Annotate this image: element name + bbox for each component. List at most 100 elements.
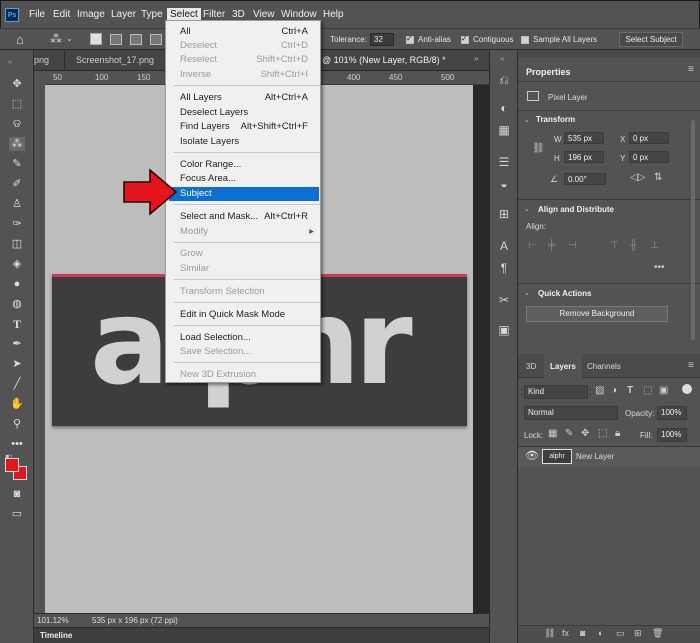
align-top-icon[interactable]: ⊤ [610,240,619,251]
tools-preset-icon[interactable]: ✂ [496,292,512,308]
subtract-selection-icon[interactable] [130,34,142,45]
menu-item-new-3d-extrusion[interactable]: New 3D Extrusion [166,368,320,382]
timeline-tab[interactable]: Timeline [40,631,72,640]
tab-png[interactable]: png [34,55,49,65]
foreground-color-swatch[interactable] [5,458,19,472]
quick-mask-icon[interactable]: ◙ [9,487,25,501]
lock-pixels-icon[interactable]: ✎ [565,428,573,439]
menu-item-deselect-layers[interactable]: Deselect Layers [166,106,320,120]
menu-item-all[interactable]: All Ctrl+A [166,25,320,39]
paragraph-icon[interactable]: ¶ [496,260,512,276]
menu-image[interactable]: Image [77,9,105,20]
properties-scrollbar[interactable] [691,120,695,340]
menu-item-color-range[interactable]: Color Range... [166,158,320,172]
link-icon[interactable]: ⛓ [532,143,545,154]
panel-menu-icon[interactable]: ≡ [688,64,694,75]
chevron-down-icon[interactable]: ⌄ [524,205,530,213]
trash-icon[interactable]: 🗑︎ [652,628,663,639]
fx-icon[interactable]: fx [562,628,569,638]
menu-layer[interactable]: Layer [111,9,136,20]
sample-all-layers-checkbox[interactable] [521,36,529,44]
tab-active-document[interactable]: @ 101% (New Layer, RGB/8) * [322,55,446,65]
menu-filter[interactable]: Filter [203,9,225,20]
menu-window[interactable]: Window [281,9,317,20]
paragraph-styles-icon[interactable]: ⊞ [496,206,512,222]
tab-channels[interactable]: Channels [587,362,621,371]
move-tool-icon[interactable]: ✥ [9,77,25,91]
mask-icon[interactable]: ◙ [580,628,585,638]
styles-icon[interactable]: ◒ [496,176,512,192]
menu-item-select-and-mask[interactable]: Select and Mask... Alt+Ctrl+R [166,210,320,224]
tolerance-input[interactable]: 32 [370,33,394,46]
menu-item-grow[interactable]: Grow [166,247,320,261]
menu-item-inverse[interactable]: Inverse Shift+Ctrl+I [166,68,320,82]
magic-wand-icon[interactable]: ⁂ [50,32,62,46]
filter-toggle-icon[interactable] [682,384,692,394]
character-icon[interactable]: A [496,238,512,254]
contiguous-checkbox[interactable] [461,34,469,44]
menu-item-quick-mask[interactable]: Edit in Quick Mask Mode [166,308,320,322]
filter-pixel-icon[interactable]: ▨ [595,385,604,396]
blend-mode-dropdown[interactable]: Normal [524,406,618,420]
menu-item-load-selection[interactable]: Load Selection... [166,331,320,345]
adjustment-layer-icon[interactable]: ◐ [598,628,603,638]
blur-tool-icon[interactable]: ● [9,277,25,291]
tab-screenshot[interactable]: Screenshot_17.png [76,55,154,65]
paint-bucket-icon[interactable]: ◈ [9,257,25,271]
menu-item-isolate-layers[interactable]: Isolate Layers [166,135,320,149]
lock-all-icon[interactable]: 🔒︎ [615,428,620,439]
anti-alias-checkbox[interactable] [406,34,414,44]
chevron-down-icon[interactable]: ⌄ [66,34,73,43]
color-icon[interactable]: ◐ [496,100,512,116]
type-tool-icon[interactable]: T [9,317,25,331]
menu-item-subject[interactable]: Subject [169,187,319,201]
hand-tool-icon[interactable]: ✋ [9,397,25,411]
angle-input[interactable]: 0.00° [564,173,606,185]
collapse-icon[interactable]: » [8,59,12,66]
fill-input[interactable]: 100% [657,428,687,442]
lock-transparent-icon[interactable]: ▦ [548,428,557,439]
flip-horizontal-icon[interactable]: ◁▷ [630,172,645,183]
menu-item-all-layers[interactable]: All Layers Alt+Ctrl+A [166,91,320,105]
menu-file[interactable]: File [29,9,45,20]
lock-artboard-icon[interactable]: ⬚ [598,428,607,439]
menu-view[interactable]: View [253,9,275,20]
home-icon[interactable]: ⌂ [16,32,24,47]
zoom-level[interactable]: 101.12% [37,616,69,625]
more-tools-icon[interactable]: ••• [9,437,25,451]
width-input[interactable]: 535 px [564,132,604,144]
layer-name[interactable]: New Layer [576,452,614,461]
panel-menu-icon[interactable]: ≡ [688,360,694,371]
chevron-down-icon[interactable]: ⌄ [524,116,530,124]
marquee-tool-icon[interactable]: ⬚ [9,97,25,111]
line-tool-icon[interactable]: ╱ [9,377,25,391]
menu-item-modify[interactable]: Modify ▸ [166,225,320,239]
eyedropper-tool-icon[interactable]: ✎ [9,157,25,171]
properties-icon[interactable]: ▣ [496,322,512,338]
menu-item-focus-area[interactable]: Focus Area... [166,172,320,186]
align-middle-v-icon[interactable]: ╫ [630,240,637,251]
history-icon[interactable]: ⎌ [496,72,512,88]
opacity-input[interactable]: 100% [657,406,687,420]
pen-tool-icon[interactable]: ✒ [9,337,25,351]
menu-item-reselect[interactable]: Reselect Shift+Ctrl+D [166,53,320,67]
remove-background-button[interactable]: Remove Background [526,306,668,322]
new-selection-icon[interactable] [90,33,102,45]
eye-icon[interactable]: 👁︎ [525,449,539,462]
menu-edit[interactable]: Edit [53,9,70,20]
collapse-icon[interactable]: « [500,54,504,63]
x-input[interactable]: 0 px [629,132,669,144]
menu-item-similar[interactable]: Similar [166,262,320,276]
adjustments-icon[interactable]: ☰ [496,154,512,170]
properties-title[interactable]: Properties [526,67,571,77]
brush-tool-icon[interactable]: ✐ [9,177,25,191]
menu-type[interactable]: Type [141,9,163,20]
flip-vertical-icon[interactable]: ⇅ [654,172,662,183]
lock-position-icon[interactable]: ✥ [581,428,589,439]
filter-smart-icon[interactable]: ▣ [659,385,668,396]
tab-3d[interactable]: 3D [526,362,536,371]
intersect-selection-icon[interactable] [150,34,162,45]
new-layer-icon[interactable]: ⊞ [634,628,642,639]
align-left-icon[interactable]: ⊢ [528,240,537,251]
menu-3d[interactable]: 3D [232,9,245,20]
